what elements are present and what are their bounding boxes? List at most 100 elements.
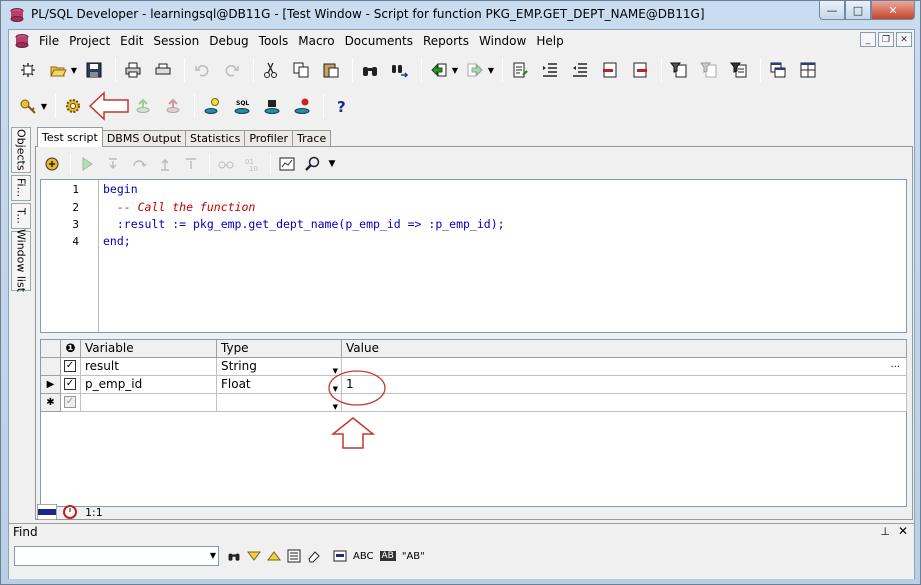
execute-button[interactable] xyxy=(60,93,86,119)
explain-plan-button[interactable] xyxy=(199,93,225,119)
run-to-exception-button[interactable] xyxy=(179,152,203,176)
code-line[interactable]: begin xyxy=(103,182,138,196)
code-line[interactable]: :result := pkg_emp.get_dept_name(p_emp_i… xyxy=(103,217,505,231)
menu-documents[interactable]: Documents xyxy=(340,34,418,48)
row-checkbox[interactable]: ✓ xyxy=(64,360,76,372)
variable-name-cell[interactable]: p_emp_id xyxy=(81,376,217,394)
copy-button[interactable] xyxy=(288,57,314,83)
watch-button[interactable] xyxy=(214,152,238,176)
print-preview-button[interactable] xyxy=(150,57,176,83)
menu-window[interactable]: Window xyxy=(474,34,531,48)
close-button[interactable]: ✕ xyxy=(871,1,915,20)
menu-file[interactable]: File xyxy=(34,34,64,48)
forward-button[interactable] xyxy=(462,57,488,83)
forward-dropdown-arrow[interactable]: ▼ xyxy=(486,66,496,75)
find-next-down-icon[interactable] xyxy=(247,550,261,562)
search-dropdown-arrow[interactable]: ▼ xyxy=(327,159,337,169)
match-case-toggle[interactable]: ABC xyxy=(353,551,374,562)
open-button[interactable] xyxy=(45,57,71,83)
search-button[interactable] xyxy=(301,152,325,176)
sql-window-button[interactable]: SQL xyxy=(229,93,255,119)
find-previous-up-icon[interactable] xyxy=(267,550,281,562)
whole-word-toggle[interactable]: AB xyxy=(379,551,396,561)
compile-all-button[interactable] xyxy=(696,57,722,83)
minimize-button[interactable]: — xyxy=(819,1,845,20)
variable-value-cell[interactable]: 1 xyxy=(342,376,907,394)
tab-dbms-output[interactable]: DBMS Output xyxy=(101,130,187,147)
row-indicator-new[interactable]: ✱ xyxy=(41,394,61,412)
menu-tools[interactable]: Tools xyxy=(254,34,294,48)
value-ellipsis-button[interactable]: ... xyxy=(890,356,900,373)
variable-value-cell[interactable]: ... xyxy=(342,358,907,376)
find-history-dropdown-arrow[interactable]: ▼ xyxy=(210,551,216,560)
step-out-button[interactable] xyxy=(153,152,177,176)
sql-editor[interactable]: 1 2 3 4 begin -- Call the function :resu… xyxy=(40,179,907,333)
row-checkbox[interactable]: ✓ xyxy=(64,378,76,390)
tab-trace[interactable]: Trace xyxy=(292,130,332,147)
back-dropdown-arrow[interactable]: ▼ xyxy=(450,66,460,75)
unindent-button[interactable] xyxy=(567,57,593,83)
commit-button[interactable] xyxy=(130,93,156,119)
menu-help[interactable]: Help xyxy=(531,34,568,48)
menu-macro[interactable]: Macro xyxy=(293,34,339,48)
highlight-all-icon[interactable] xyxy=(287,549,301,563)
mdi-restore-button[interactable]: ❐ xyxy=(878,32,894,47)
menu-debug[interactable]: Debug xyxy=(204,34,253,48)
variable-name-cell[interactable]: result xyxy=(81,358,217,376)
side-tab-templates[interactable]: T... xyxy=(11,203,31,229)
code-line[interactable]: end; xyxy=(103,234,131,248)
menu-edit[interactable]: Edit xyxy=(115,34,148,48)
find-button[interactable] xyxy=(357,57,383,83)
mdi-minimize-button[interactable]: _ xyxy=(860,32,876,47)
paste-button[interactable] xyxy=(318,57,344,83)
toggle-breakpoint-button[interactable]: 01 10 xyxy=(240,152,264,176)
find-input[interactable]: ▼ xyxy=(14,546,219,566)
test-window-button[interactable] xyxy=(289,93,315,119)
help-button[interactable]: ? xyxy=(328,93,354,119)
log-on-dropdown-arrow[interactable]: ▼ xyxy=(39,102,49,111)
create-test-report-button[interactable] xyxy=(275,152,299,176)
side-tab-objects[interactable]: Objects xyxy=(11,127,31,173)
pin-icon[interactable]: ⊥ xyxy=(880,525,890,538)
rollback-button[interactable] xyxy=(160,93,186,119)
recompile-button[interactable] xyxy=(726,57,752,83)
uncomment-button[interactable] xyxy=(627,57,653,83)
indent-button[interactable] xyxy=(537,57,563,83)
grid-header-variable[interactable]: Variable xyxy=(81,340,217,358)
command-window-button[interactable] xyxy=(259,93,285,119)
grid-header-type[interactable]: Type xyxy=(217,340,342,358)
cut-button[interactable] xyxy=(258,57,284,83)
variable-type-cell[interactable]: String ▼ xyxy=(217,358,342,376)
find-next-button[interactable] xyxy=(387,57,413,83)
row-checkbox[interactable]: ✓ xyxy=(64,396,76,408)
mdi-close-button[interactable]: ✕ xyxy=(896,32,912,47)
run-button[interactable] xyxy=(75,152,99,176)
start-debugger-button[interactable] xyxy=(40,152,64,176)
mdi-window-icon[interactable] xyxy=(14,33,30,49)
binoculars-icon[interactable] xyxy=(227,549,241,563)
row-indicator-current[interactable]: ▶ xyxy=(41,376,61,394)
row-indicator[interactable] xyxy=(41,358,61,376)
maximize-button[interactable]: □ xyxy=(845,1,871,20)
tab-profiler[interactable]: Profiler xyxy=(244,130,294,147)
menu-project[interactable]: Project xyxy=(64,34,115,48)
step-into-button[interactable] xyxy=(101,152,125,176)
compile-button[interactable] xyxy=(666,57,692,83)
save-button[interactable] xyxy=(81,57,107,83)
code-line-comment[interactable]: -- Call the function xyxy=(103,200,255,214)
menu-session[interactable]: Session xyxy=(148,34,204,48)
menu-reports[interactable]: Reports xyxy=(418,34,474,48)
log-on-button[interactable] xyxy=(15,93,41,119)
undo-button[interactable] xyxy=(189,57,215,83)
step-over-button[interactable] xyxy=(127,152,151,176)
find-close-button[interactable]: ✕ xyxy=(898,524,908,538)
new-button[interactable] xyxy=(15,57,41,83)
redo-button[interactable] xyxy=(219,57,245,83)
regex-toggle[interactable]: "AB" xyxy=(402,551,425,562)
grid-header-value[interactable]: Value xyxy=(342,340,907,358)
tab-test-script[interactable]: Test script xyxy=(37,127,103,147)
windows-button[interactable] xyxy=(765,57,791,83)
title-bar[interactable]: PL/SQL Developer - learningsql@DB11G - [… xyxy=(1,1,920,29)
side-tab-window-list[interactable]: Window list xyxy=(11,229,31,293)
comment-button[interactable] xyxy=(597,57,623,83)
